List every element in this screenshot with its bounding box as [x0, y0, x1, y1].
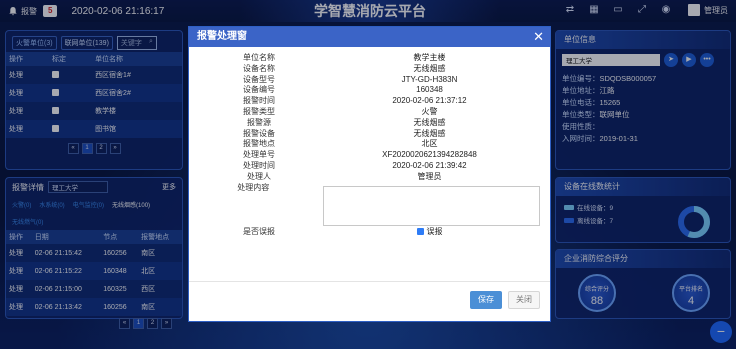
- field-label: 处理人: [247, 171, 271, 181]
- field-value: XF2020020621394282848: [382, 150, 477, 160]
- field-value: 2020-02-06 21:37:12: [392, 96, 467, 106]
- field-label: 报警设备: [243, 128, 275, 138]
- false-alarm-checkbox[interactable]: [416, 228, 424, 236]
- content-label: 处理内容: [237, 182, 270, 192]
- field-value: 无线烟感: [413, 117, 446, 127]
- false-alarm-row: 是否误报 误报: [199, 227, 540, 238]
- field-row: 报警地点 北区: [199, 139, 540, 150]
- field-row: 设备名称 无线烟感: [199, 64, 540, 75]
- field-row: 处理单号 XF2020020621394282848: [199, 150, 540, 161]
- field-label: 单位名称: [243, 53, 275, 62]
- content-textarea[interactable]: [322, 185, 540, 226]
- field-label: 报警地点: [243, 139, 275, 149]
- field-label: 处理单号: [243, 150, 275, 160]
- field-value: 无线烟感: [413, 128, 446, 138]
- field-value: 管理员: [417, 171, 442, 181]
- field-value: 2020-02-06 21:39:42: [392, 160, 467, 170]
- field-value: 北区: [421, 139, 438, 149]
- field-row: 报警时间 2020-02-06 21:37:12: [199, 96, 540, 107]
- field-row: 报警源 无线烟感: [199, 118, 540, 129]
- field-label: 报警源: [247, 117, 271, 127]
- field-row: 设备编号 160348: [199, 85, 540, 96]
- field-row: 处理人 管理员: [199, 172, 540, 183]
- field-value: 160348: [416, 85, 443, 95]
- field-row: 单位名称 教学主楼: [199, 53, 540, 64]
- field-value: JTY-GD-H383N: [401, 74, 458, 84]
- modal-title: 报警处理窗: [197, 31, 247, 42]
- alarm-handling-modal: 报警处理窗 ✕ 单位名称 教学主楼 设备名称 无线烟感 设备型号 JTY-GD-H38…: [188, 26, 551, 322]
- field-label: 设备型号: [243, 74, 275, 84]
- content-row: 处理内容: [199, 183, 540, 227]
- field-row: 报警类型 火警: [199, 107, 540, 118]
- false-alarm-text: 误报: [426, 226, 443, 236]
- field-label: 处理时间: [243, 160, 275, 170]
- field-row: 设备型号 JTY-GD-H383N: [199, 75, 540, 86]
- field-row: 报警设备 无线烟感: [199, 129, 540, 140]
- field-label: 设备编号: [243, 85, 275, 95]
- field-value: 火警: [421, 106, 438, 116]
- field-label: 设备名称: [243, 63, 275, 73]
- field-label: 报警类型: [243, 106, 275, 116]
- save-button[interactable]: 保存: [470, 291, 502, 309]
- field-value: 无线烟感: [413, 63, 446, 73]
- field-label: 报警时间: [243, 96, 275, 106]
- close-icon[interactable]: ✕: [533, 27, 544, 47]
- field-row: 处理时间 2020-02-06 21:39:42: [199, 161, 540, 172]
- false-alarm-label: 是否误报: [243, 226, 275, 236]
- close-button[interactable]: 关闭: [508, 291, 540, 309]
- field-value: 教学主楼: [413, 53, 446, 62]
